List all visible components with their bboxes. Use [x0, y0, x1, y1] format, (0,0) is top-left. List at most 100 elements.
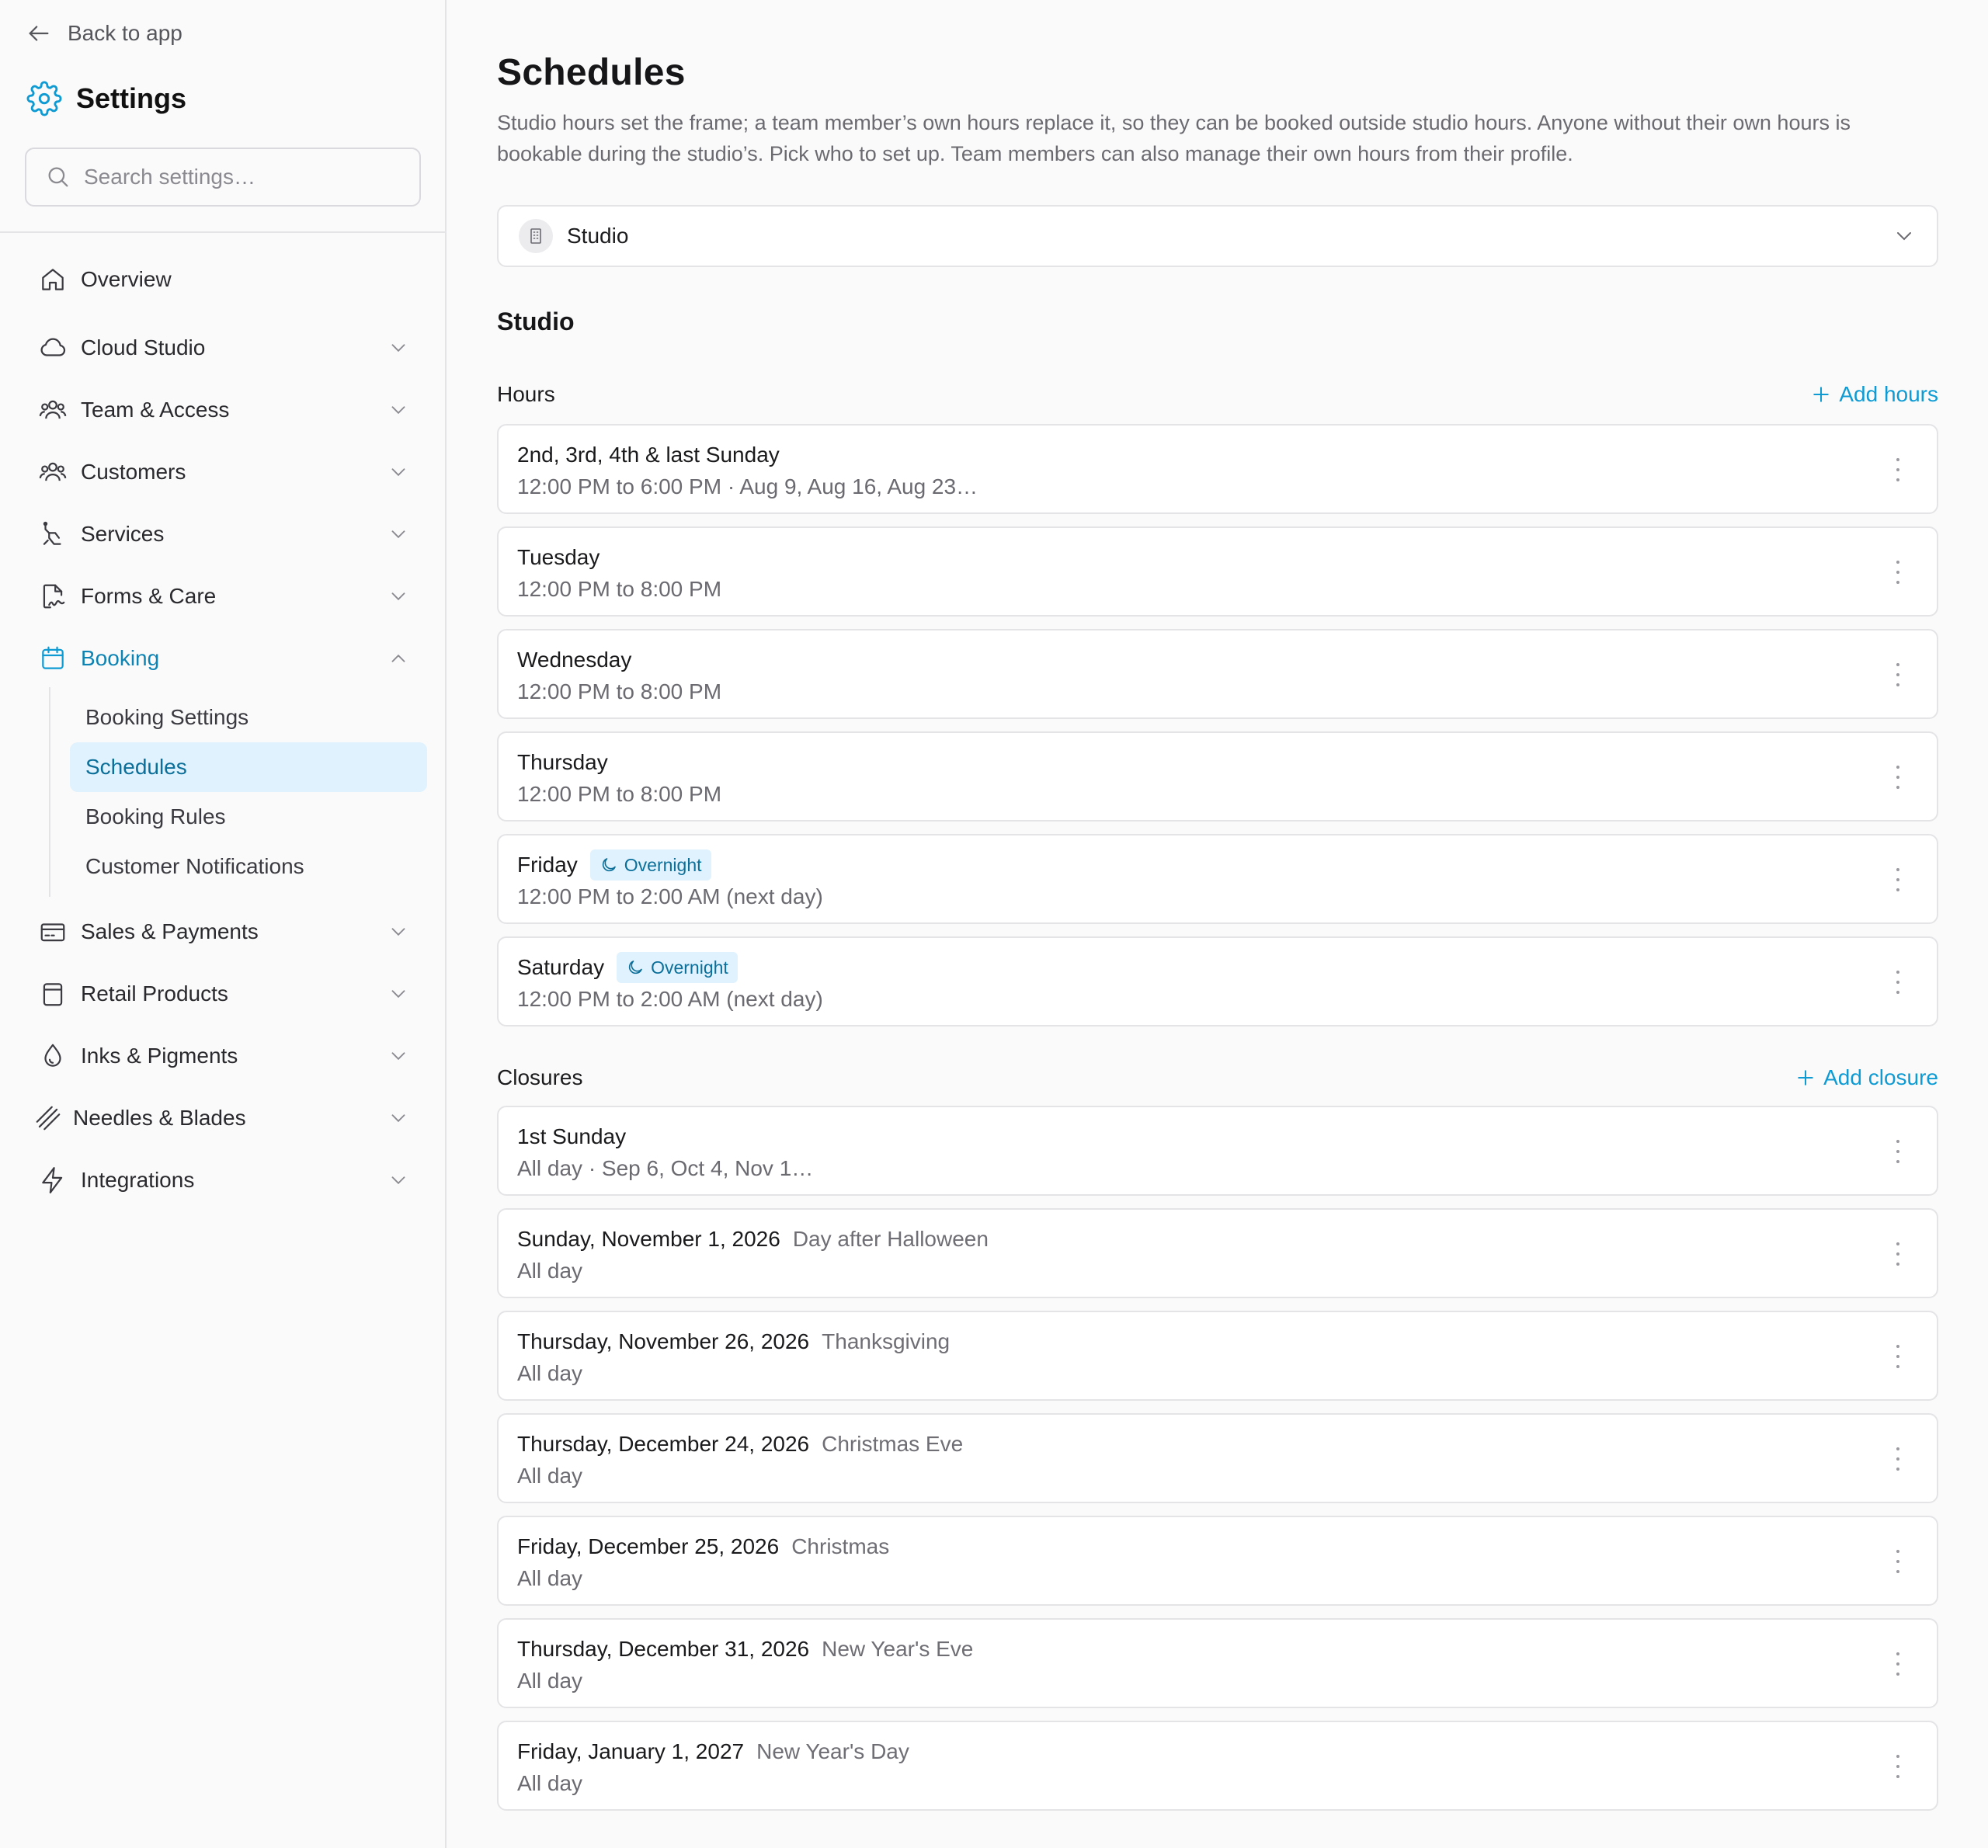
hours-row[interactable]: Saturday Overnight 12:00 PM to 2:00 AM (…	[497, 936, 1938, 1026]
needles-icon	[36, 1106, 61, 1131]
hours-row[interactable]: Thursday 12:00 PM to 8:00 PM	[497, 731, 1938, 822]
add-hours-button[interactable]: Add hours	[1809, 382, 1938, 407]
sidebar-item-sales-payments[interactable]: Sales & Payments	[37, 910, 418, 954]
sidebar-item-label: Needles & Blades	[73, 1106, 246, 1130]
sidebar-item-label: Overview	[81, 267, 172, 291]
sidebar-item-retail-products[interactable]: Retail Products	[37, 972, 418, 1016]
credit-card-icon	[40, 923, 65, 942]
more-options-icon[interactable]	[1890, 558, 1906, 587]
closure-row[interactable]: 1st Sunday All day · Sep 6, Oct 4, Nov 1…	[497, 1106, 1938, 1196]
closure-row-subtitle: All day	[517, 1771, 583, 1795]
sidebar-item-inks-pigments[interactable]: Inks & Pigments	[37, 1034, 418, 1078]
closure-row[interactable]: Friday, December 25, 2026 Christmas All …	[497, 1516, 1938, 1606]
sidebar-item-label: Cloud Studio	[81, 335, 206, 360]
more-options-icon[interactable]	[1890, 762, 1906, 792]
sidebar-item-label: Inks & Pigments	[81, 1044, 238, 1068]
hours-row-subtitle: 12:00 PM to 2:00 AM (next day)	[517, 987, 823, 1011]
closures-label: Closures	[497, 1065, 583, 1089]
closure-row-title: Sunday, November 1, 2026	[517, 1227, 780, 1251]
closure-row-title: 1st Sunday	[517, 1124, 627, 1148]
arrow-left-icon	[29, 26, 49, 41]
schedule-owner-select[interactable]: Studio	[497, 205, 1938, 267]
back-to-app-link[interactable]: Back to app	[26, 20, 182, 47]
sidebar-subitem-booking-settings[interactable]: Booking Settings	[70, 693, 427, 742]
sidebar-subitem-schedules[interactable]: Schedules	[70, 742, 427, 792]
sidebar-item-needles-blades[interactable]: Needles & Blades	[33, 1096, 413, 1140]
sidebar-item-cloud-studio[interactable]: Cloud Studio	[37, 326, 418, 370]
users-icon	[39, 400, 67, 419]
chevron-down-icon	[391, 530, 405, 539]
closure-row[interactable]: Friday, January 1, 2027 New Year's Day A…	[497, 1721, 1938, 1811]
more-options-icon[interactable]	[1890, 1649, 1906, 1679]
moon-icon	[628, 960, 642, 974]
hours-row-title: Tuesday	[517, 545, 600, 569]
sidebar-item-label: Booking	[81, 646, 160, 670]
search-settings[interactable]	[25, 148, 421, 207]
calendar-icon	[42, 646, 64, 669]
hours-row-subtitle: 12:00 PM to 8:00 PM	[517, 577, 722, 601]
more-options-icon[interactable]	[1890, 660, 1906, 690]
sidebar-item-forms-care[interactable]: Forms & Care	[37, 575, 418, 618]
more-options-icon[interactable]	[1890, 967, 1906, 997]
sidebar-item-customers[interactable]: Customers	[37, 450, 418, 494]
search-input[interactable]	[84, 165, 410, 189]
closure-row-note: New Year's Eve	[822, 1637, 974, 1661]
more-options-icon[interactable]	[1890, 1547, 1906, 1576]
file-signature-icon	[43, 584, 65, 609]
hours-row-title: 2nd, 3rd, 4th & last Sunday	[517, 443, 780, 467]
more-options-icon[interactable]	[1890, 1444, 1906, 1474]
sidebar-item-label: Forms & Care	[81, 584, 217, 608]
more-options-icon[interactable]	[1890, 1342, 1906, 1371]
sidebar-item-overview[interactable]: Overview	[37, 258, 418, 301]
submenu-rail	[49, 687, 50, 897]
sidebar-item-label: Integrations	[81, 1168, 195, 1192]
hours-row[interactable]: Friday Overnight 12:00 PM to 2:00 AM (ne…	[497, 834, 1938, 924]
closure-row-note: Christmas	[791, 1534, 890, 1558]
closure-row-note: Christmas Eve	[822, 1432, 964, 1456]
chevron-down-icon	[391, 406, 405, 415]
hours-row[interactable]: 2nd, 3rd, 4th & last Sunday 12:00 PM to …	[497, 424, 1938, 514]
cloud-icon	[40, 338, 66, 356]
more-options-icon[interactable]	[1890, 1752, 1906, 1781]
closure-row[interactable]: Sunday, November 1, 2026 Day after Hallo…	[497, 1208, 1938, 1298]
closure-row[interactable]: Thursday, December 31, 2026 New Year's E…	[497, 1618, 1938, 1708]
sidebar-item-label: Retail Products	[81, 981, 228, 1006]
chevron-down-icon	[391, 1176, 405, 1185]
add-closure-label: Add closure	[1823, 1065, 1938, 1089]
more-options-icon[interactable]	[1890, 1239, 1906, 1269]
chevron-down-icon	[1897, 232, 1911, 241]
sidebar-item-services[interactable]: Services	[37, 512, 418, 556]
sidebar-item-integrations[interactable]: Integrations	[37, 1158, 418, 1202]
settings-heading: Settings	[26, 81, 186, 116]
closure-row-subtitle: All day	[517, 1259, 583, 1283]
overnight-badge: Overnight	[617, 952, 738, 983]
hours-row-title: Thursday	[517, 750, 608, 774]
add-closure-button[interactable]: Add closure	[1794, 1065, 1938, 1090]
overnight-badge: Overnight	[589, 849, 711, 881]
settings-title: Settings	[76, 82, 187, 114]
hours-row-subtitle: 12:00 PM to 8:00 PM	[517, 679, 722, 703]
hours-row[interactable]: Tuesday 12:00 PM to 8:00 PM	[497, 526, 1938, 617]
more-options-icon[interactable]	[1890, 455, 1906, 485]
page-description: Studio hours set the frame; a team membe…	[497, 111, 1851, 165]
closure-row-title: Thursday, November 26, 2026	[517, 1329, 810, 1353]
droplet-icon	[44, 1044, 61, 1067]
chevron-down-icon	[391, 1052, 405, 1061]
badge-label: Overnight	[624, 854, 702, 875]
closure-row[interactable]: Thursday, November 26, 2026 Thanksgiving…	[497, 1311, 1938, 1401]
sidebar-subitem-customer-notifications[interactable]: Customer Notifications	[70, 842, 427, 891]
sidebar-item-booking[interactable]: Booking	[37, 637, 418, 680]
chevron-down-icon	[391, 468, 405, 477]
hours-row-subtitle: 12:00 PM to 8:00 PM	[517, 782, 722, 806]
hours-row-title: Saturday	[517, 955, 605, 979]
sidebar-subitem-booking-rules[interactable]: Booking Rules	[70, 792, 427, 842]
hours-row-subtitle: 12:00 PM to 6:00 PM · Aug 9, Aug 16, Aug…	[517, 474, 978, 498]
shopping-bag-icon	[43, 983, 63, 1006]
closure-row-note: Day after Halloween	[792, 1227, 989, 1251]
more-options-icon[interactable]	[1890, 865, 1906, 894]
sidebar-item-team-access[interactable]: Team & Access	[37, 388, 418, 432]
hours-row[interactable]: Wednesday 12:00 PM to 8:00 PM	[497, 629, 1938, 719]
more-options-icon[interactable]	[1890, 1137, 1906, 1166]
chevron-down-icon	[391, 990, 405, 999]
closure-row[interactable]: Thursday, December 24, 2026 Christmas Ev…	[497, 1413, 1938, 1503]
